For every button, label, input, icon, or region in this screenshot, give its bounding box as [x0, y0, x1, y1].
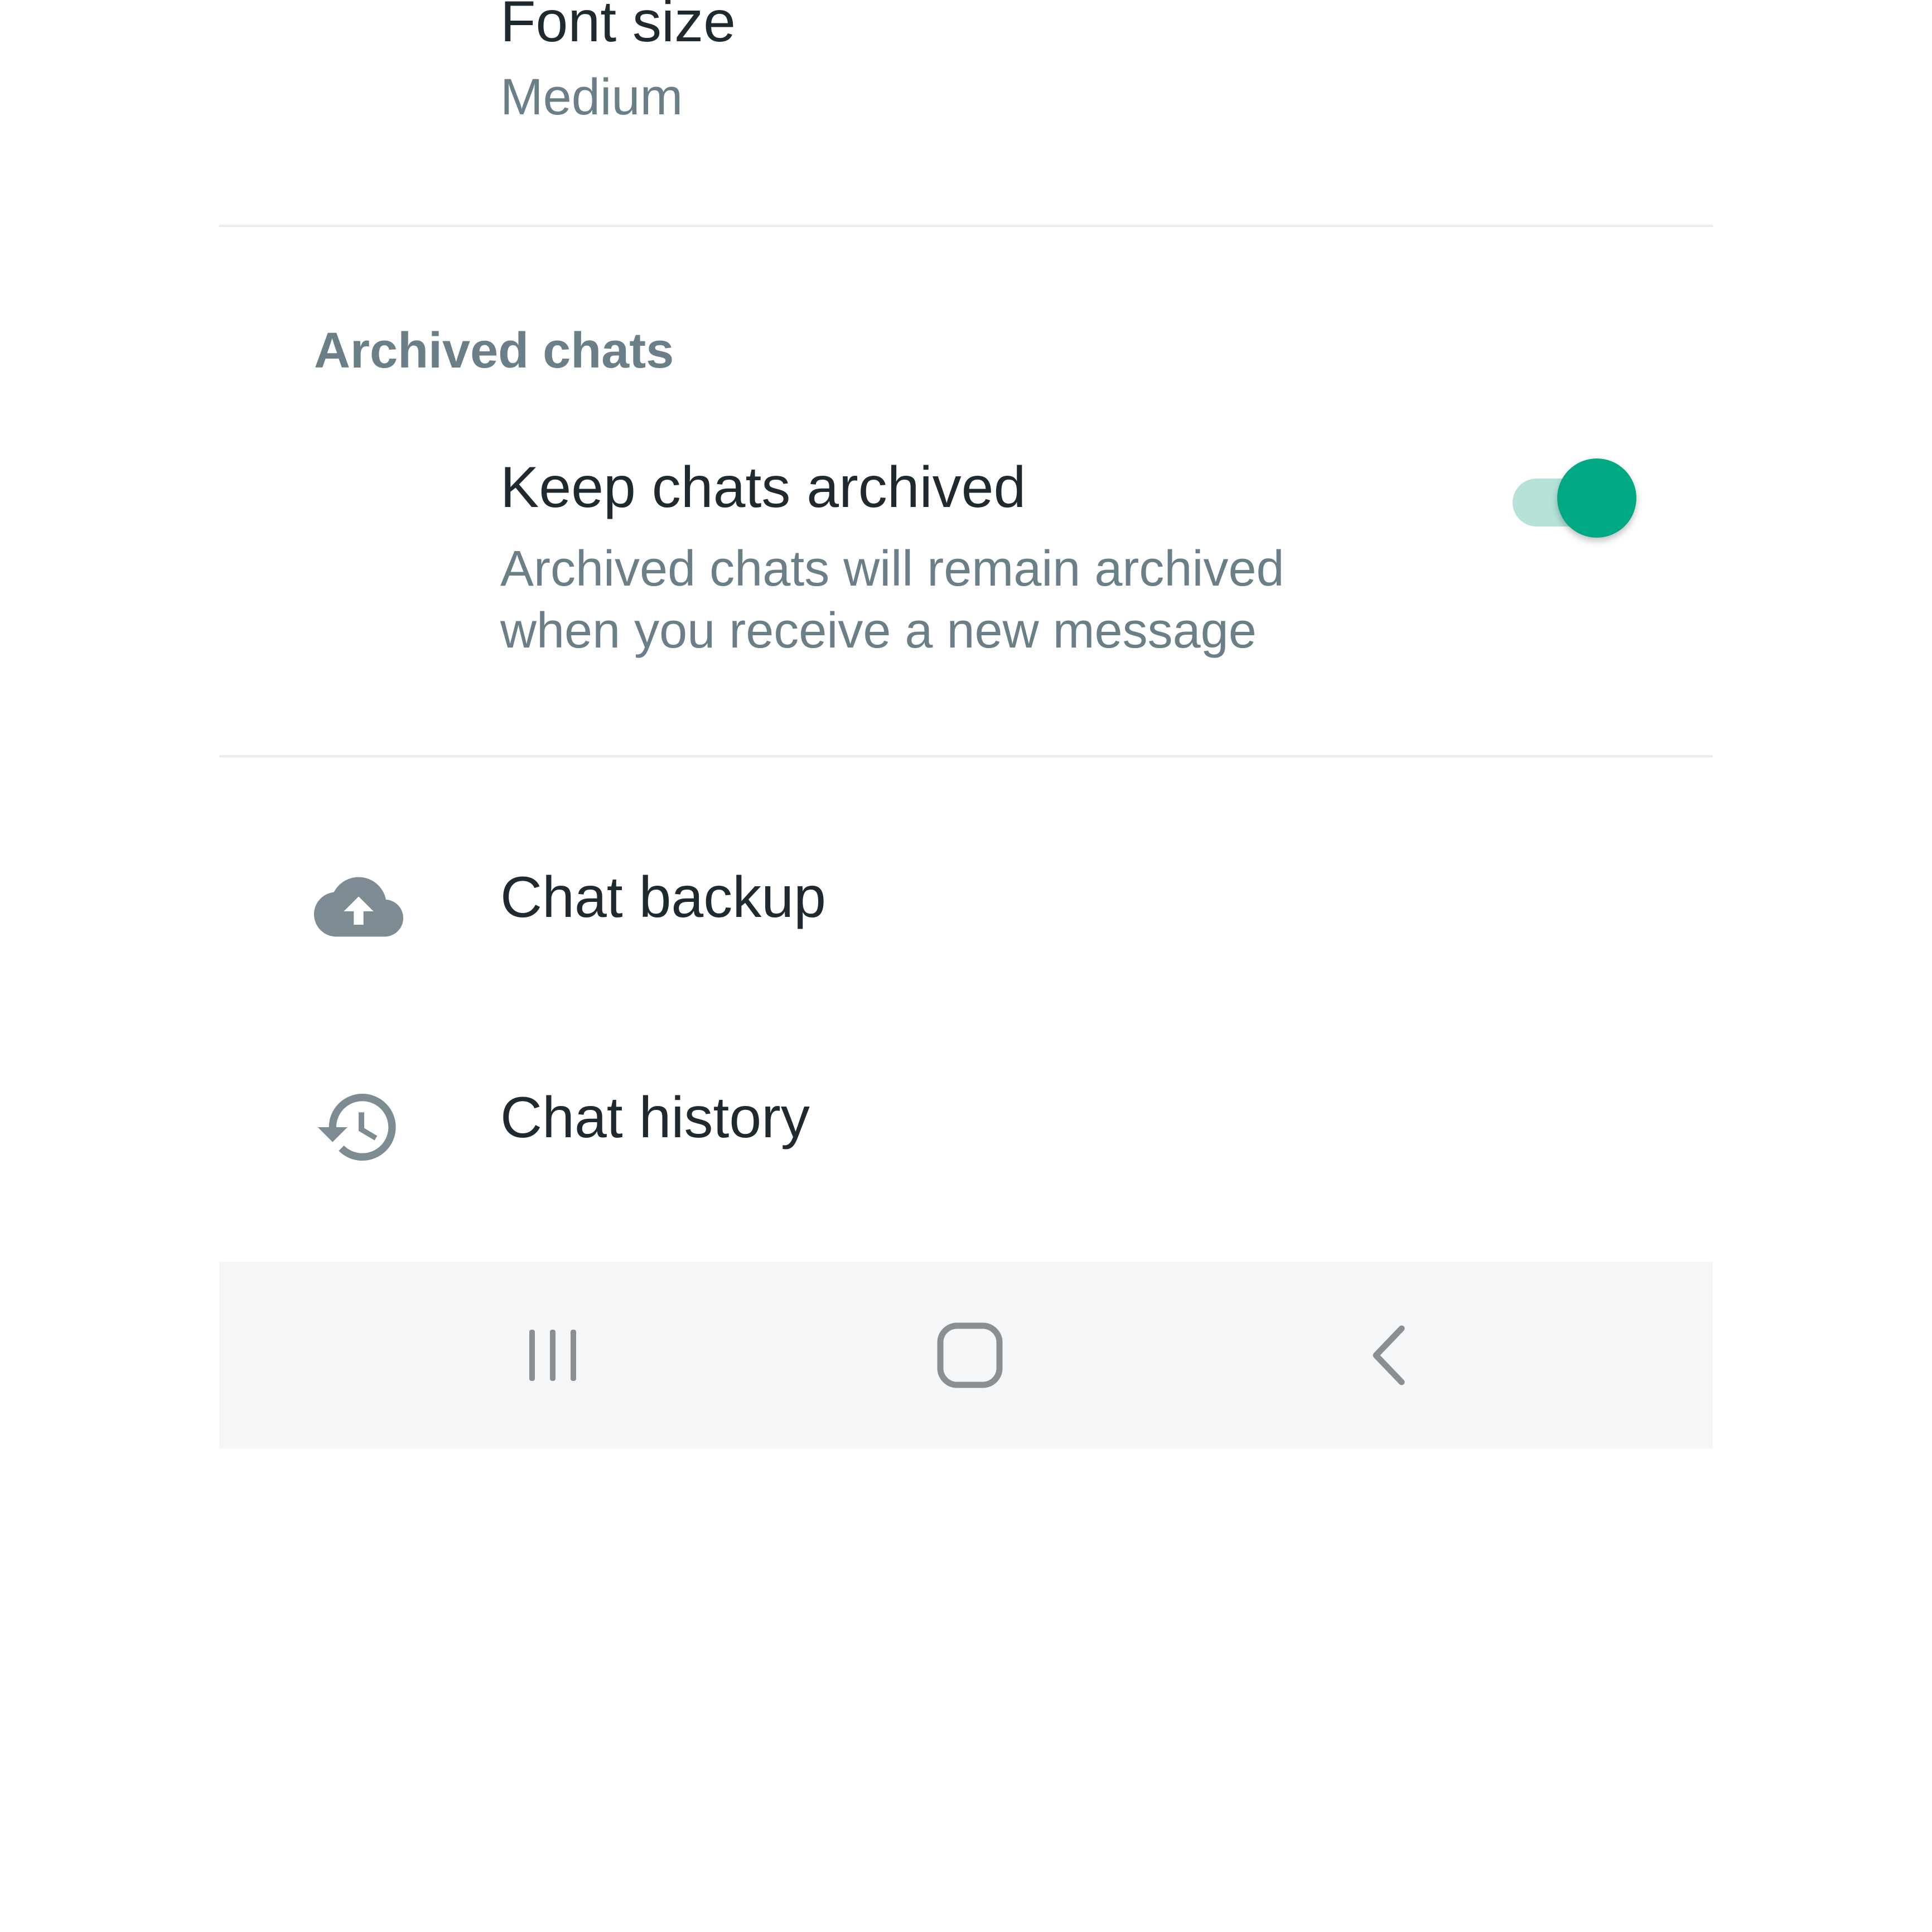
keep-archived-toggle[interactable] [1513, 458, 1641, 538]
back-icon [1356, 1322, 1423, 1392]
keep-archived-title: Keep chats archived [500, 455, 1026, 520]
font-size-value: Medium [500, 69, 683, 125]
divider [219, 755, 1713, 757]
home-icon [934, 1319, 1006, 1394]
home-button[interactable] [909, 1295, 1031, 1418]
recents-button[interactable] [491, 1295, 614, 1418]
chat-backup-label: Chat backup [500, 865, 826, 930]
chat-history-label: Chat history [500, 1085, 810, 1150]
font-size-title: Font size [500, 0, 736, 54]
chat-history-item[interactable]: Chat history [219, 1035, 1713, 1202]
chat-backup-item[interactable]: Chat backup [219, 814, 1713, 982]
recents-icon [519, 1322, 586, 1392]
back-button[interactable] [1328, 1295, 1451, 1418]
keep-archived-description: Archived chats will remain archived when… [500, 541, 1284, 659]
section-header-archived: Archived chats [314, 323, 674, 379]
system-nav-bar [219, 1262, 1713, 1448]
history-icon [314, 1083, 403, 1172]
settings-screen: Font size Medium Archived chats Keep cha… [0, 0, 1932, 1932]
toggle-thumb [1557, 458, 1636, 538]
divider [219, 225, 1713, 227]
cloud-upload-icon [314, 862, 403, 951]
